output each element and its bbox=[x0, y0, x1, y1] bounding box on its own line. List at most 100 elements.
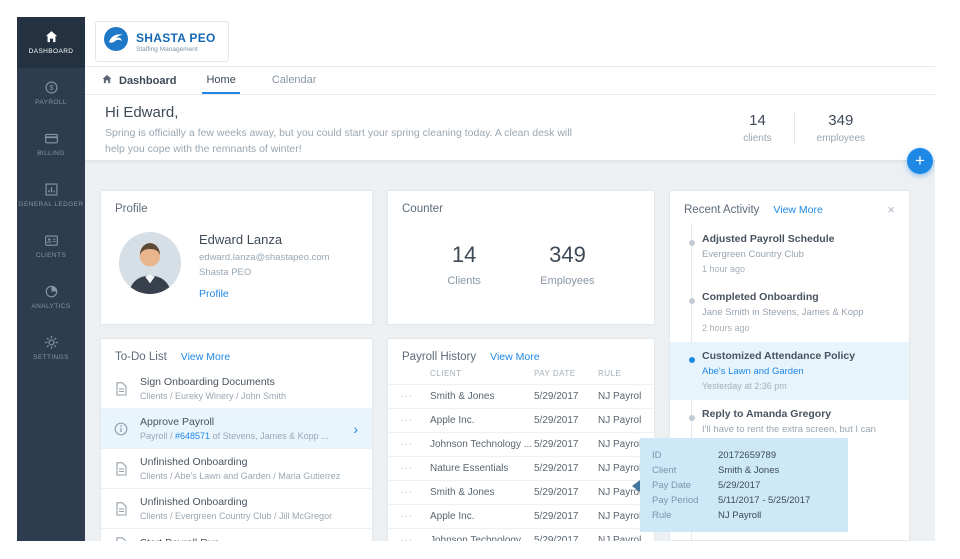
column-rule: RULE bbox=[598, 369, 622, 378]
timeline-dot-icon bbox=[688, 356, 695, 363]
todo-item[interactable]: Sign Onboarding Documents Clients / Eure… bbox=[101, 369, 372, 408]
table-row[interactable]: ··· Johnson Technology ... 5/29/2017 NJ … bbox=[388, 432, 654, 456]
table-row[interactable]: ··· Apple Inc. 5/29/2017 NJ Payroll bbox=[388, 504, 654, 528]
sidebar-item-settings[interactable]: SETTINGS bbox=[17, 323, 85, 374]
more-options-icon[interactable]: ··· bbox=[400, 487, 430, 498]
todo-item[interactable]: Unfinished Onboarding Clients / Evergree… bbox=[101, 488, 372, 528]
info-circle-icon bbox=[113, 421, 130, 437]
tooltip-field: Pay Date 5/29/2017 bbox=[652, 478, 836, 493]
stat-employees: 349 employees bbox=[793, 112, 887, 144]
cell-pay-date: 5/29/2017 bbox=[534, 463, 579, 474]
billing-icon bbox=[44, 131, 59, 146]
table-row[interactable]: ··· Smith & Jones 5/29/2017 NJ Payroll bbox=[388, 384, 654, 408]
todo-title: Start Payroll Run bbox=[140, 537, 219, 542]
cell-pay-date: 5/29/2017 bbox=[534, 535, 579, 541]
stat-label: clients bbox=[743, 133, 772, 144]
add-button[interactable]: + bbox=[907, 148, 933, 174]
activity-subtitle: Jane Smith in Stevens, James & Kopp bbox=[702, 307, 864, 319]
more-options-icon[interactable]: ··· bbox=[400, 535, 430, 541]
todo-item[interactable]: Unfinished Onboarding Clients / Abe's La… bbox=[101, 448, 372, 488]
profile-link[interactable]: Profile bbox=[199, 288, 229, 300]
sidebar-item-clients[interactable]: CLIENTS bbox=[17, 221, 85, 272]
counter-value: 349 bbox=[549, 242, 586, 267]
field-value: 5/11/2017 - 5/25/2017 bbox=[718, 495, 811, 506]
chevron-right-icon[interactable]: › bbox=[353, 421, 360, 437]
field-label: ID bbox=[652, 450, 662, 461]
counter-label: Employees bbox=[540, 275, 595, 287]
counter-label: Clients bbox=[447, 275, 481, 287]
analytics-icon bbox=[44, 284, 59, 299]
cell-client: Johnson Technology ... bbox=[430, 535, 533, 541]
brand-name: SHASTA PEO bbox=[136, 30, 216, 45]
document-icon bbox=[113, 381, 130, 397]
activity-item[interactable]: Completed Onboarding Jane Smith in Steve… bbox=[670, 283, 909, 341]
more-options-icon[interactable]: ··· bbox=[400, 439, 430, 450]
breadcrumb[interactable]: Dashboard bbox=[101, 67, 176, 94]
greeting-message: Spring is officially a few weeks away, b… bbox=[105, 127, 572, 155]
payroll-id-link[interactable]: #648571 bbox=[175, 431, 210, 441]
field-value: Smith & Jones bbox=[718, 465, 780, 476]
sidebar-item-label: SETTINGS bbox=[33, 354, 69, 362]
cell-client: Apple Inc. bbox=[430, 415, 475, 426]
sidebar-item-analytics[interactable]: ANALYTICS bbox=[17, 272, 85, 323]
table-row[interactable]: ··· Johnson Technology ... 5/29/2017 NJ … bbox=[388, 528, 654, 541]
tab-home[interactable]: Home bbox=[202, 67, 240, 94]
tab-calendar[interactable]: Calendar bbox=[268, 67, 321, 94]
activity-item-highlighted[interactable]: Customized Attendance Policy Abe's Lawn … bbox=[670, 341, 909, 400]
home-icon bbox=[44, 29, 59, 44]
more-options-icon[interactable]: ··· bbox=[400, 415, 430, 426]
view-more-link[interactable]: View More bbox=[181, 351, 230, 363]
plus-icon: + bbox=[915, 151, 925, 170]
profile-company: Shasta PEO bbox=[199, 266, 252, 278]
counter-value: 14 bbox=[451, 242, 477, 267]
sidebar-item-label: PAYROLL bbox=[35, 99, 67, 107]
document-icon bbox=[113, 536, 130, 541]
cell-rule: NJ Payroll bbox=[598, 415, 642, 426]
activity-client-link[interactable]: Abe's Lawn and Garden bbox=[702, 365, 897, 378]
view-more-link[interactable]: View More bbox=[490, 351, 539, 363]
sidebar-item-payroll[interactable]: $ PAYROLL bbox=[17, 68, 85, 119]
brand-logo[interactable]: SHASTA PEO Staffing Management bbox=[95, 21, 229, 62]
table-row-selected[interactable]: ··· Smith & Jones 5/29/2017 NJ Payroll bbox=[388, 480, 654, 504]
greeting-title: Hi Edward, bbox=[105, 104, 179, 121]
field-value: 5/29/2017 bbox=[718, 480, 761, 491]
activity-title-prefix: Reply to bbox=[702, 407, 744, 420]
stat-value: 349 bbox=[828, 112, 854, 129]
todo-item-highlighted[interactable]: Approve Payroll Payroll / #648571 of Ste… bbox=[101, 408, 372, 448]
card-title: Recent Activity bbox=[684, 203, 760, 216]
payroll-history-card: Payroll History View More CLIENT PAY DAT… bbox=[387, 338, 655, 541]
more-options-icon[interactable]: ··· bbox=[400, 511, 430, 522]
sidebar-item-label: GENERAL LEDGER bbox=[18, 201, 84, 209]
profile-name: Edward Lanza bbox=[199, 232, 283, 247]
column-pay-date: PAY DATE bbox=[534, 369, 576, 378]
table-header: CLIENT PAY DATE RULE bbox=[388, 367, 654, 384]
more-options-icon[interactable]: ··· bbox=[400, 463, 430, 474]
logo-icon bbox=[103, 26, 129, 57]
table-row[interactable]: ··· Nature Essentials 5/29/2017 NJ Payro… bbox=[388, 456, 654, 480]
view-more-link[interactable]: View More bbox=[773, 204, 822, 216]
sidebar-item-dashboard[interactable]: DASHBOARD bbox=[17, 17, 85, 68]
profile-card: Profile Edward Lanza edward.lanza@shasta… bbox=[100, 190, 373, 325]
cell-pay-date: 5/29/2017 bbox=[534, 415, 579, 426]
sidebar-item-general-ledger[interactable]: GENERAL LEDGER bbox=[17, 170, 85, 221]
sidebar-item-label: CLIENTS bbox=[35, 252, 67, 260]
counter-clients: 14 Clients bbox=[447, 242, 481, 287]
payroll-detail-tooltip: ID 20172659789 Client Smith & Jones Pay … bbox=[632, 438, 848, 532]
cell-rule: NJ Payroll bbox=[598, 439, 642, 450]
activity-subtitle: Evergreen Country Club bbox=[702, 249, 804, 260]
topbar: SHASTA PEO Staffing Management bbox=[85, 17, 935, 66]
stat-value: 14 bbox=[749, 112, 766, 129]
more-options-icon[interactable]: ··· bbox=[400, 391, 430, 402]
activity-item[interactable]: Adjusted Payroll Schedule Evergreen Coun… bbox=[670, 225, 909, 283]
todo-title: Approve Payroll bbox=[140, 416, 215, 428]
close-icon[interactable]: × bbox=[887, 203, 895, 216]
cell-rule: NJ Payroll bbox=[598, 535, 642, 541]
todo-item[interactable]: Start Payroll Run bbox=[101, 528, 372, 541]
todo-list: Sign Onboarding Documents Clients / Eure… bbox=[101, 369, 372, 541]
table-row[interactable]: ··· Apple Inc. 5/29/2017 NJ Payroll bbox=[388, 408, 654, 432]
todo-subtitle: Payroll / #648571 of Stevens, James & Ko… bbox=[140, 431, 329, 441]
sidebar-item-billing[interactable]: BILLING bbox=[17, 119, 85, 170]
cell-pay-date: 5/29/2017 bbox=[534, 391, 579, 402]
tooltip-field: Client Smith & Jones bbox=[652, 463, 836, 478]
activity-time: 2 hours ago bbox=[702, 322, 750, 333]
